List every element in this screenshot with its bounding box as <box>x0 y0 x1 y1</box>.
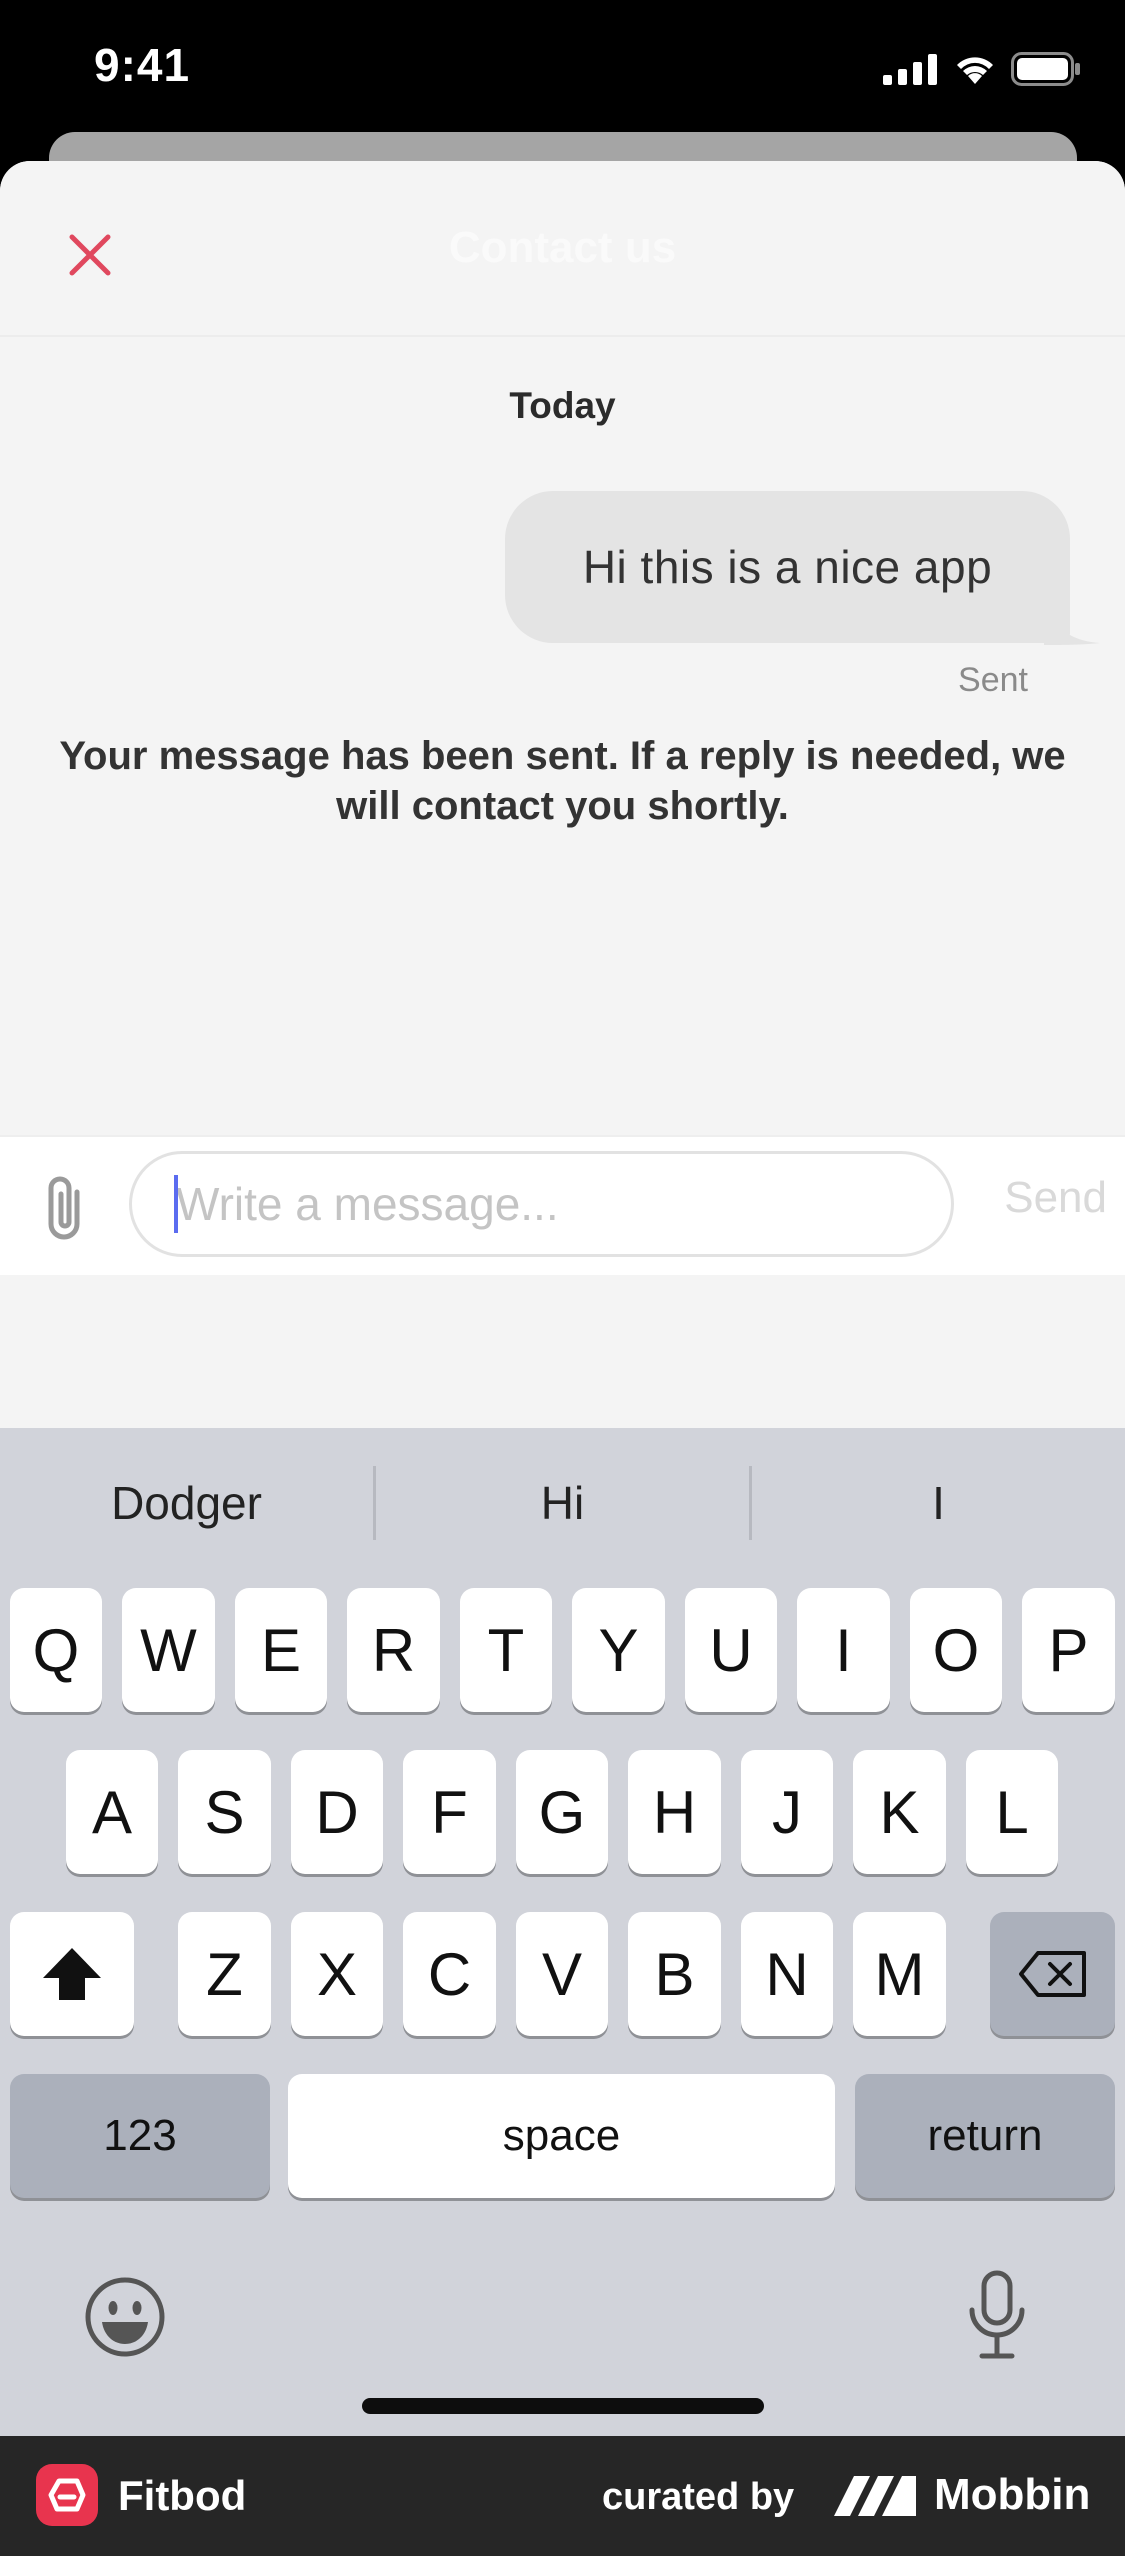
emoji-icon[interactable] <box>84 2276 166 2358</box>
key-c[interactable]: C <box>403 1912 496 2036</box>
key-s[interactable]: S <box>178 1750 271 1874</box>
key-n[interactable]: N <box>741 1912 833 2036</box>
signal-icon <box>883 54 937 85</box>
suggestion-item[interactable]: Hi <box>376 1476 749 1530</box>
message-bubble: Hi this is a nice app <box>505 491 1070 643</box>
shift-icon <box>43 1948 101 2000</box>
key-d[interactable]: D <box>291 1750 383 1874</box>
status-icons <box>883 52 1081 86</box>
key-q[interactable]: Q <box>10 1588 102 1712</box>
key-x[interactable]: X <box>291 1912 383 2036</box>
key-h[interactable]: H <box>628 1750 721 1874</box>
key-t[interactable]: T <box>460 1588 552 1712</box>
key-p[interactable]: P <box>1022 1588 1115 1712</box>
home-indicator <box>362 2398 764 2414</box>
key-z[interactable]: Z <box>178 1912 271 2036</box>
status-bar: 9:41 <box>0 0 1125 140</box>
text-cursor <box>174 1175 178 1233</box>
numbers-key[interactable]: 123 <box>10 2074 270 2198</box>
space-key[interactable]: space <box>288 2074 835 2198</box>
date-separator: Today <box>509 385 616 426</box>
message-input[interactable] <box>129 1151 954 1257</box>
attach-button[interactable] <box>30 1169 100 1249</box>
delete-key[interactable] <box>990 1912 1115 2036</box>
fitbod-logo-icon <box>36 2464 98 2526</box>
key-e[interactable]: E <box>235 1588 327 1712</box>
battery-icon <box>1011 52 1080 86</box>
compose-bar: Send <box>0 1135 1125 1275</box>
key-f[interactable]: F <box>403 1750 496 1874</box>
backspace-icon <box>1018 1951 1086 1997</box>
suggestion-item[interactable]: I <box>752 1476 1125 1530</box>
mobbin-logo-icon <box>834 2476 916 2516</box>
brand-name: Mobbin <box>934 2470 1091 2519</box>
page-title: Contact us <box>448 223 677 272</box>
microphone-icon[interactable] <box>966 2270 1028 2360</box>
send-button[interactable]: Send <box>1004 1173 1107 1223</box>
key-i[interactable]: I <box>797 1588 890 1712</box>
key-y[interactable]: Y <box>572 1588 665 1712</box>
sheet-header: Contact us <box>0 161 1125 337</box>
key-u[interactable]: U <box>685 1588 777 1712</box>
key-w[interactable]: W <box>122 1588 215 1712</box>
key-o[interactable]: O <box>910 1588 1002 1712</box>
suggestion-item[interactable]: Dodger <box>0 1476 373 1530</box>
keyboard: Dodger Hi I Q W E R T Y U I O P A S D F … <box>0 1428 1125 2436</box>
key-m[interactable]: M <box>853 1912 946 2036</box>
app-name: Fitbod <box>118 2472 247 2519</box>
paperclip-icon <box>48 1176 80 1240</box>
key-l[interactable]: L <box>966 1750 1058 1874</box>
shift-key[interactable] <box>10 1912 134 2036</box>
wifi-icon <box>957 57 993 84</box>
bubble-tail <box>1044 601 1100 645</box>
key-v[interactable]: V <box>516 1912 608 2036</box>
message-status: Sent <box>958 661 1028 699</box>
return-key[interactable]: return <box>855 2074 1115 2198</box>
curated-label: curated by <box>602 2476 795 2518</box>
key-r[interactable]: R <box>347 1588 440 1712</box>
confirmation-text: Your message has been sent. If a reply i… <box>59 734 1066 828</box>
status-time: 9:41 <box>94 39 191 91</box>
key-j[interactable]: J <box>741 1750 833 1874</box>
key-a[interactable]: A <box>66 1750 158 1874</box>
key-b[interactable]: B <box>628 1912 721 2036</box>
key-k[interactable]: K <box>853 1750 946 1874</box>
suggestion-bar: Dodger Hi I <box>0 1428 1125 1578</box>
message-text: Hi this is a nice app <box>582 541 993 593</box>
footer-bar: Fitbod curated by Mobbin <box>0 2436 1125 2556</box>
key-g[interactable]: G <box>516 1750 608 1874</box>
